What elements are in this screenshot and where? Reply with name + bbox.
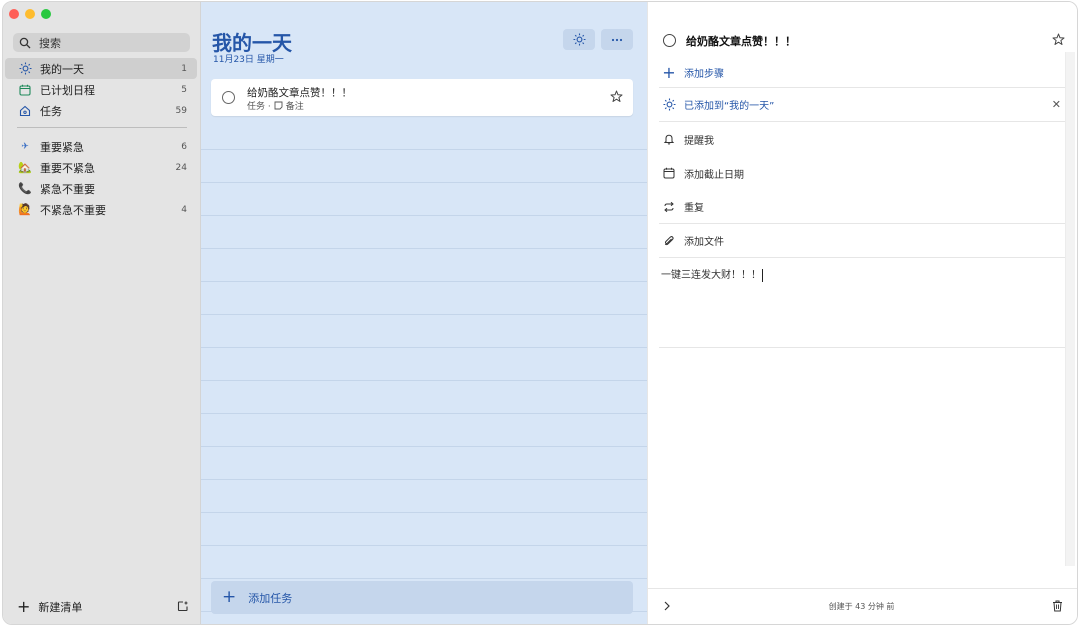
sidebar-divider: [17, 127, 187, 128]
bell-icon: [662, 132, 676, 146]
sidebar-nav: 我的一天 1 已计划日程 5 任务 59 ✈ 重要紧急 6 🏡 重要不紧急 24…: [5, 58, 197, 220]
task-meta: 任务 · 备注: [247, 99, 304, 112]
detail-task-title[interactable]: 给奶酪文章点赞！！！: [686, 33, 1052, 49]
importance-star-icon[interactable]: [1052, 33, 1065, 49]
sidebar-item-tasks[interactable]: 任务 59: [5, 100, 197, 121]
more-options-button[interactable]: [601, 29, 633, 50]
note-text: 一键三连发大财！！！: [661, 270, 761, 281]
sidebar-item-label: 紧急不重要: [40, 182, 95, 196]
remind-me-button[interactable]: 提醒我: [659, 122, 1065, 156]
hide-detail-chevron-icon[interactable]: [663, 601, 671, 613]
task-list-pane: 我的一天 11月23日 星期一 给奶酪文章点赞！！！ 任务 · 备注 + 添加任…: [201, 2, 647, 624]
close-window-button[interactable]: [9, 9, 19, 19]
new-group-icon[interactable]: [177, 600, 189, 615]
sidebar-item-label: 已计划日程: [40, 83, 95, 97]
add-task-label: 添加任务: [248, 591, 293, 605]
add-step-label: 添加步骤: [684, 68, 724, 80]
sidebar-item-not-urgent-not-important[interactable]: 🙋 不紧急不重要 4: [5, 199, 197, 220]
sun-icon: [573, 33, 585, 46]
text-cursor: [762, 268, 763, 282]
my-day-label: 已添加到“我的一天”: [684, 101, 775, 112]
sidebar-item-count: 59: [175, 105, 187, 116]
app-window: 搜索 我的一天 1 已计划日程 5 任务 59 ✈ 重要紧急 6 🏡 重要不紧急…: [2, 1, 1078, 625]
sidebar-item-count: 1: [181, 63, 187, 74]
task-note-label: 备注: [285, 102, 304, 112]
paperclip-icon: [662, 234, 676, 248]
search-icon: [19, 37, 31, 48]
sidebar-item-label: 不紧急不重要: [40, 203, 106, 217]
plus-icon: +: [662, 62, 676, 82]
calendar-icon: [662, 166, 676, 180]
airplane-icon: ✈: [21, 141, 29, 152]
sidebar-item-label: 我的一天: [40, 62, 84, 76]
repeat-icon: [662, 200, 676, 214]
detail-footer: 创建于 43 分钟 前: [648, 588, 1077, 624]
person-raising-hand-icon: 🙋: [18, 203, 32, 216]
search-label: 搜索: [39, 36, 61, 50]
sidebar-item-my-day[interactable]: 我的一天 1: [5, 58, 197, 79]
task-item[interactable]: 给奶酪文章点赞！！！ 任务 · 备注: [211, 79, 633, 116]
complete-task-checkbox[interactable]: [222, 91, 235, 104]
detail-scrollbar[interactable]: [1065, 52, 1075, 566]
sidebar-item-count: 24: [175, 162, 187, 173]
add-file-label: 添加文件: [684, 237, 724, 248]
remove-from-my-day-icon[interactable]: ✕: [1052, 98, 1065, 111]
page-date: 11月23日 星期一: [213, 55, 284, 65]
sidebar-item-count: 6: [181, 141, 187, 152]
sidebar-item-planned[interactable]: 已计划日程 5: [5, 79, 197, 100]
phone-icon: 📞: [18, 182, 32, 195]
new-list-label: 新建清单: [38, 601, 83, 614]
plus-icon: +: [222, 587, 237, 607]
trash-icon[interactable]: [1052, 600, 1063, 614]
sidebar-item-important-urgent[interactable]: ✈ 重要紧急 6: [5, 136, 197, 157]
add-due-date-button[interactable]: 添加截止日期: [659, 156, 1065, 190]
sun-icon: [662, 98, 676, 112]
home-icon: [18, 104, 32, 118]
minimize-window-button[interactable]: [25, 9, 35, 19]
detail-header: 给奶酪文章点赞！！！: [659, 24, 1065, 57]
note-field[interactable]: 一键三连发大财！！！: [659, 258, 1065, 348]
remind-me-label: 提醒我: [684, 135, 714, 147]
add-task-input[interactable]: + 添加任务: [211, 581, 633, 614]
sidebar-item-label: 重要紧急: [40, 140, 84, 154]
importance-star-icon[interactable]: [610, 90, 623, 106]
house-icon: 🏡: [18, 161, 32, 174]
zoom-window-button[interactable]: [41, 9, 51, 19]
sidebar-item-count: 5: [181, 84, 187, 95]
add-step-button[interactable]: + 添加步骤: [659, 57, 1065, 88]
window-controls: [9, 9, 51, 19]
more-icon: [611, 38, 623, 41]
search-input[interactable]: 搜索: [13, 33, 190, 52]
task-list-name: 任务 ·: [247, 102, 271, 112]
repeat-button[interactable]: 重复: [659, 190, 1065, 224]
created-timestamp: 创建于 43 分钟 前: [828, 602, 895, 611]
repeat-label: 重复: [684, 203, 704, 214]
task-title: 给奶酪文章点赞！！！: [247, 87, 352, 99]
new-list-button[interactable]: + 新建清单: [17, 598, 189, 616]
my-day-row[interactable]: 已添加到“我的一天” ✕: [659, 88, 1065, 122]
task-detail-pane: 给奶酪文章点赞！！！ + 添加步骤 已添加到“我的一天” ✕ 提醒我 添加截止日…: [647, 2, 1077, 624]
sun-icon: [18, 62, 32, 76]
sidebar-item-important-not-urgent[interactable]: 🏡 重要不紧急 24: [5, 157, 197, 178]
complete-task-checkbox[interactable]: [663, 34, 676, 47]
note-icon: [274, 101, 283, 110]
plus-icon: +: [17, 597, 31, 616]
sidebar-item-label: 任务: [40, 104, 62, 118]
sidebar-item-label: 重要不紧急: [40, 161, 95, 175]
add-due-date-label: 添加截止日期: [684, 169, 744, 181]
sidebar-item-count: 4: [181, 204, 187, 215]
sidebar-item-urgent-not-important[interactable]: 📞 紧急不重要: [5, 178, 197, 199]
calendar-icon: [18, 83, 32, 97]
add-file-button[interactable]: 添加文件: [659, 224, 1065, 258]
sidebar: 搜索 我的一天 1 已计划日程 5 任务 59 ✈ 重要紧急 6 🏡 重要不紧急…: [3, 2, 201, 624]
suggestions-button[interactable]: [563, 29, 595, 50]
detail-content: 给奶酪文章点赞！！！ + 添加步骤 已添加到“我的一天” ✕ 提醒我 添加截止日…: [659, 2, 1065, 348]
